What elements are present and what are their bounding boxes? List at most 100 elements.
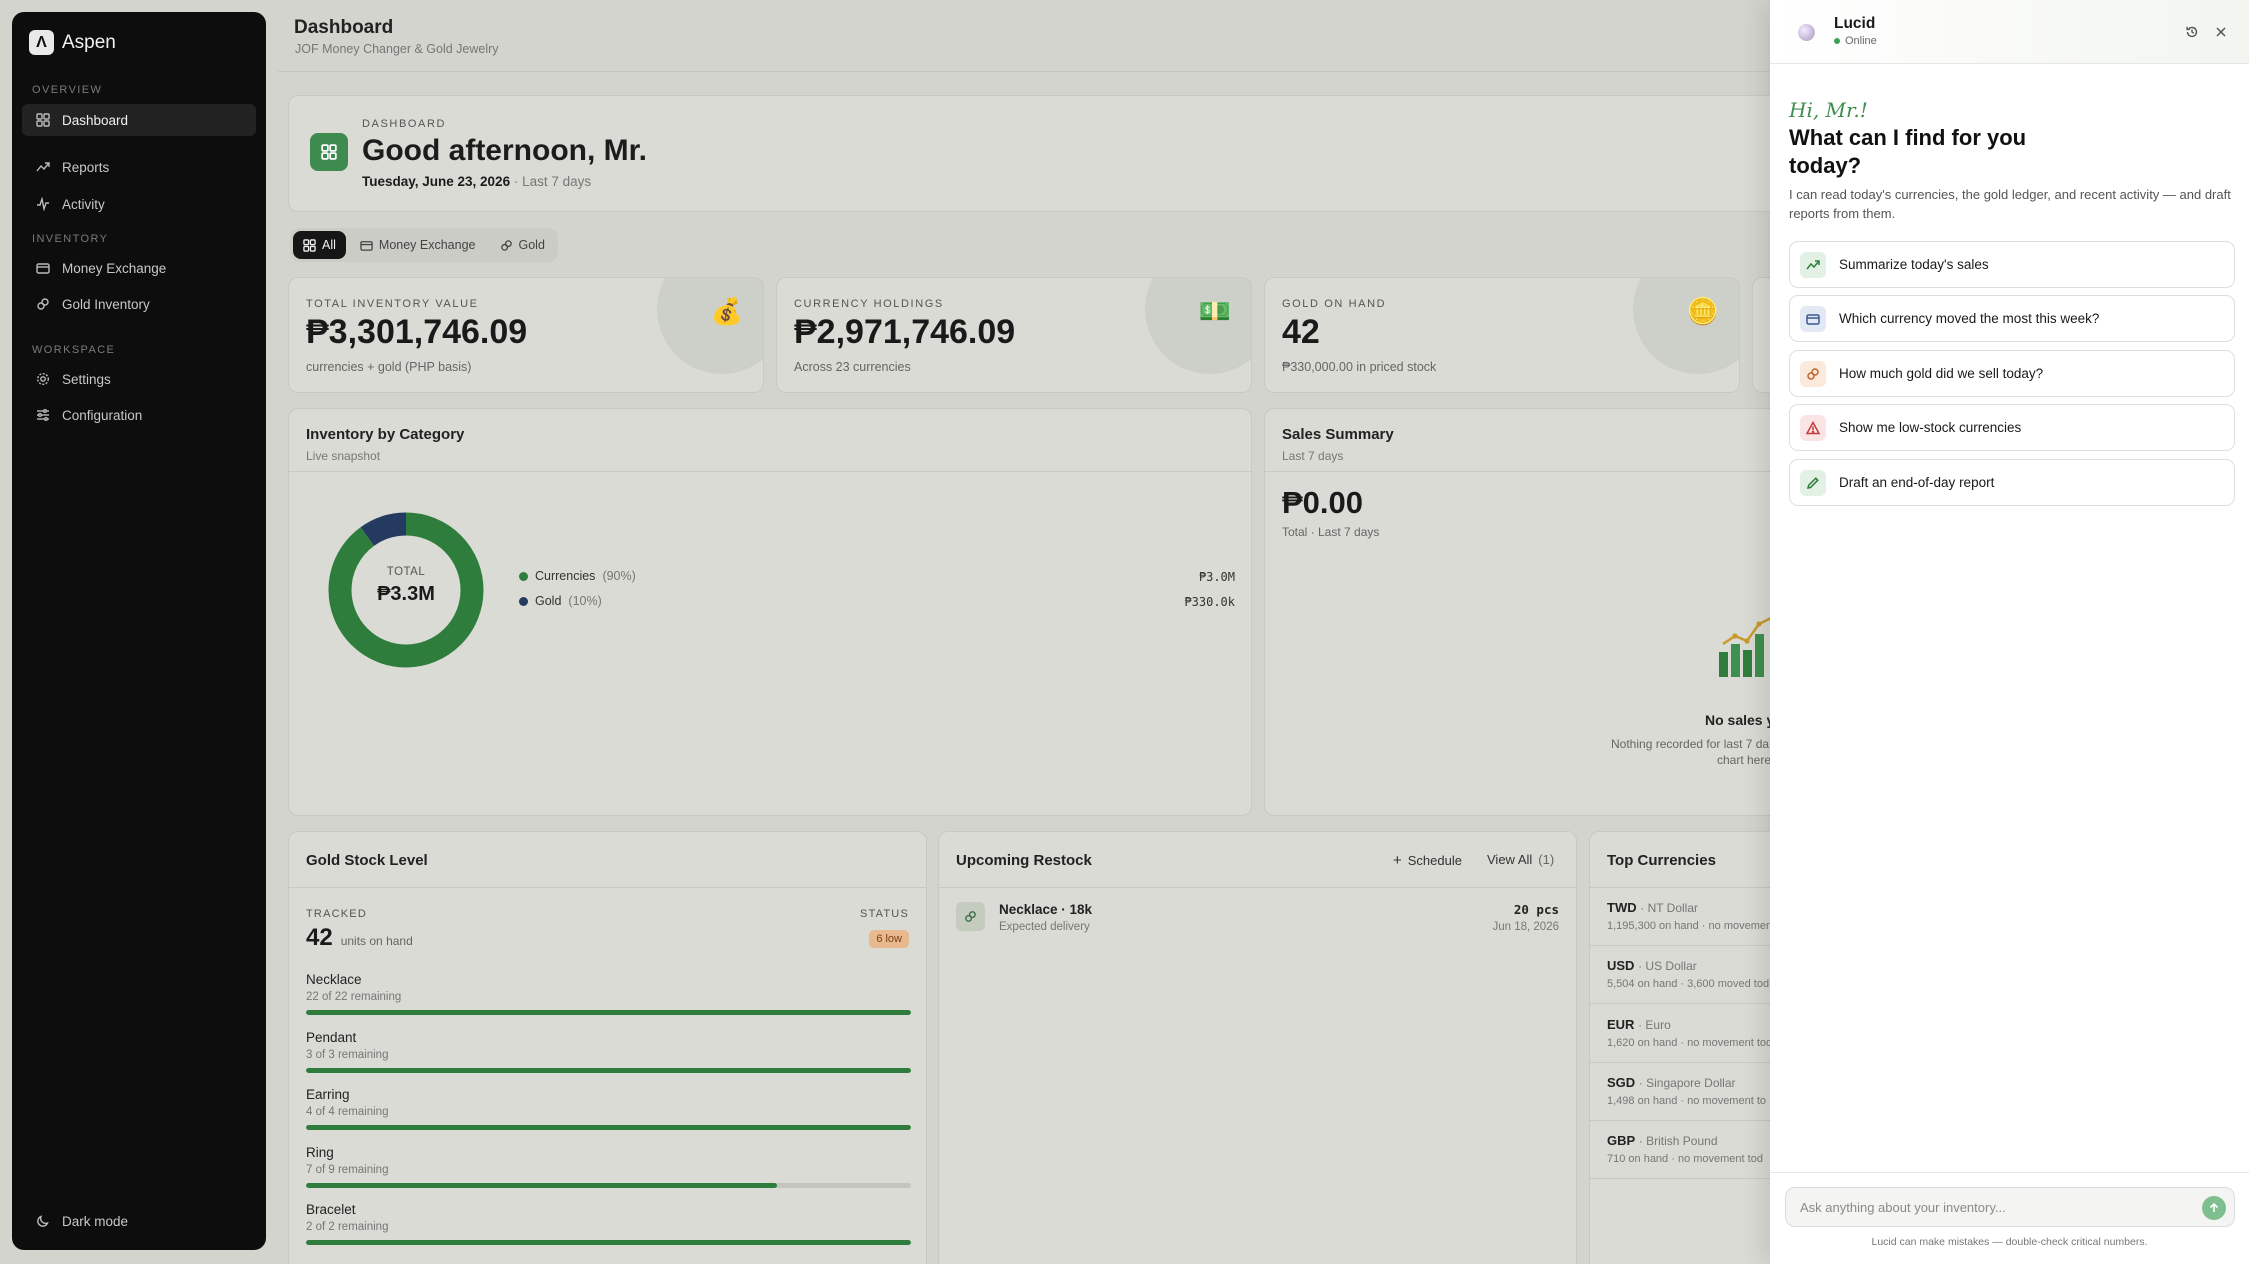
suggestion-low-stock[interactable]: Show me low-stock currencies xyxy=(1789,404,2235,451)
stock-name: Necklace xyxy=(306,972,362,987)
filter-money-exchange[interactable]: Money Exchange xyxy=(350,231,486,259)
sidebar-item-reports[interactable]: Reports xyxy=(22,151,256,183)
suggestion-label: Show me low-stock currencies xyxy=(1839,420,2022,435)
stock-bar-fill xyxy=(306,1125,911,1130)
stock-row-pendant: Pendant 3 of 3 remaining xyxy=(306,1030,911,1073)
sidebar-item-configuration[interactable]: Configuration xyxy=(22,399,256,431)
suggestion-gold-sold[interactable]: How much gold did we sell today? xyxy=(1789,350,2235,397)
legend-name: Gold xyxy=(535,594,562,608)
page-subtitle: JOF Money Changer & Gold Jewelry xyxy=(295,42,499,56)
nav-section-workspace: WORKSPACE xyxy=(32,344,116,356)
currency-meta: 5,504 on hand · 3,600 moved tod xyxy=(1607,978,1770,990)
stock-row-earring: Earring 4 of 4 remaining xyxy=(306,1087,911,1130)
kpi-sub: Across 23 currencies xyxy=(794,360,911,374)
close-button[interactable] xyxy=(2212,23,2230,41)
stock-remaining: 2 of 2 remaining xyxy=(306,1221,389,1233)
category-filter-tabs: All Money Exchange Gold xyxy=(290,228,558,262)
sidebar-item-label: Dashboard xyxy=(62,112,129,128)
empty-state-title: No sales y xyxy=(1705,712,1775,728)
view-all-label: View All xyxy=(1487,852,1533,867)
sidebar-item-label: Money Exchange xyxy=(62,260,167,276)
currency-meta: 710 on hand · no movement tod xyxy=(1607,1153,1763,1165)
suggestion-eod-report[interactable]: Draft an end-of-day report xyxy=(1789,459,2235,506)
brand[interactable]: Λ Aspen xyxy=(29,30,116,55)
donut-center-label: TOTAL xyxy=(386,566,426,578)
assistant-greeting: Hi, Mr.! xyxy=(1789,98,1868,122)
stock-bar xyxy=(306,1010,911,1015)
currency-row-gbp[interactable]: GBP · British Pound 710 on hand · no mov… xyxy=(1590,1121,1780,1179)
currency-code: SGD xyxy=(1607,1075,1636,1090)
schedule-button[interactable]: + Schedule xyxy=(1393,852,1462,869)
sidebar-item-money-exchange[interactable]: Money Exchange xyxy=(22,252,256,284)
send-button[interactable] xyxy=(2202,1196,2226,1220)
currency-row-usd[interactable]: USD · US Dollar 5,504 on hand · 3,600 mo… xyxy=(1590,946,1780,1004)
currency-row-twd[interactable]: TWD · NT Dollar 1,195,300 on hand · no m… xyxy=(1590,888,1780,946)
suggestion-currency-moved[interactable]: Which currency moved the most this week? xyxy=(1789,295,2235,342)
greeting-card: DASHBOARD Good afternoon, Mr. Tuesday, J… xyxy=(288,95,1788,212)
filter-label: Gold xyxy=(518,238,545,252)
currency-row-sgd[interactable]: SGD · Singapore Dollar 1,498 on hand · n… xyxy=(1590,1063,1780,1121)
stock-remaining: 3 of 3 remaining xyxy=(306,1049,389,1061)
assistant-title: What can I find for you today? xyxy=(1789,125,2027,178)
filter-all[interactable]: All xyxy=(293,231,346,259)
legend-name: Currencies xyxy=(535,569,596,583)
stock-name: Earring xyxy=(306,1087,350,1102)
assistant-header: Lucid Online xyxy=(1770,0,2249,64)
currency-meta: 1,195,300 on hand · no movement xyxy=(1607,920,1776,932)
sidebar-item-activity[interactable]: Activity xyxy=(22,188,256,220)
filter-label: Money Exchange xyxy=(378,238,476,252)
filter-gold[interactable]: Gold xyxy=(490,231,555,259)
money-bag-icon: 💰 xyxy=(710,296,743,326)
restock-item-note: Expected delivery xyxy=(999,921,1090,933)
currency-row-eur[interactable]: EUR · Euro 1,620 on hand · no movement t… xyxy=(1590,1005,1780,1063)
sidebar-item-dashboard[interactable]: Dashboard xyxy=(22,104,256,136)
currency-name: · Singapore Dollar xyxy=(1638,1076,1736,1090)
stock-bar-fill xyxy=(306,1183,777,1188)
schedule-label: Schedule xyxy=(1407,853,1462,868)
close-icon xyxy=(2216,27,2226,37)
view-all-button[interactable]: View All (1) xyxy=(1487,852,1554,867)
tracked-summary: 42 units on hand xyxy=(306,924,413,952)
history-button[interactable] xyxy=(2183,23,2201,41)
empty-chart-illustration-icon xyxy=(1719,616,1772,677)
kpi-sub: currencies + gold (PHP basis) xyxy=(306,360,472,374)
stock-bar xyxy=(306,1068,911,1073)
wallet-icon xyxy=(36,261,50,275)
currency-meta: 1,620 on hand · no movement tod xyxy=(1607,1037,1773,1049)
suggestion-summarize-sales[interactable]: Summarize today's sales xyxy=(1789,241,2235,288)
currency-code: GBP xyxy=(1607,1133,1636,1148)
tracked-unit: units on hand xyxy=(340,934,413,948)
wallet-icon xyxy=(1800,305,1826,332)
sales-total-caption: Total · Last 7 days xyxy=(1282,525,1380,539)
online-dot xyxy=(1834,38,1840,44)
stock-remaining: 22 of 22 remaining xyxy=(306,991,402,1003)
currency-code-line: SGD · Singapore Dollar xyxy=(1607,1075,1780,1090)
sidebar-item-label: Gold Inventory xyxy=(62,296,150,312)
card-title: Top Currencies xyxy=(1607,852,1716,869)
moon-icon xyxy=(36,1214,50,1228)
stock-name: Ring xyxy=(306,1145,334,1160)
assistant-input[interactable] xyxy=(1785,1187,2235,1227)
assistant-description: I can read today's currencies, the gold … xyxy=(1789,187,2231,221)
card-title: Gold Stock Level xyxy=(306,852,428,869)
view-all-count: (1) xyxy=(1538,852,1555,867)
assistant-status: Online xyxy=(1834,35,1877,47)
aspen-logo-icon: Λ xyxy=(29,30,54,55)
sidebar-item-settings[interactable]: Settings xyxy=(22,363,256,395)
currency-code-line: EUR · Euro xyxy=(1607,1017,1780,1032)
sidebar-item-label: Settings xyxy=(62,371,111,387)
stock-bar xyxy=(306,1240,911,1245)
top-currencies-card: Top Currencies TWD · NT Dollar 1,195,300… xyxy=(1589,831,1799,1264)
kpi-value: ₱2,971,746.09 xyxy=(794,313,1016,351)
sidebar: Λ Aspen OVERVIEW Dashboard Reports Activ… xyxy=(12,12,266,1250)
stock-name: Bracelet xyxy=(306,1202,356,1217)
assistant-name: Lucid xyxy=(1834,15,1876,32)
kpi-label: CURRENCY HOLDINGS xyxy=(794,298,944,310)
currency-code-line: USD · US Dollar xyxy=(1607,958,1780,973)
sidebar-item-gold-inventory[interactable]: Gold Inventory xyxy=(22,288,256,320)
card-title: Sales Summary xyxy=(1282,426,1394,443)
legend-gold: Gold (10%) xyxy=(519,594,602,608)
greeting-date-line: Tuesday, June 23, 2026 · Last 7 days xyxy=(362,174,591,189)
dark-mode-toggle[interactable]: Dark mode xyxy=(22,1205,256,1237)
restock-row[interactable]: Necklace · 18k Expected delivery 20 pcs … xyxy=(939,888,1576,946)
